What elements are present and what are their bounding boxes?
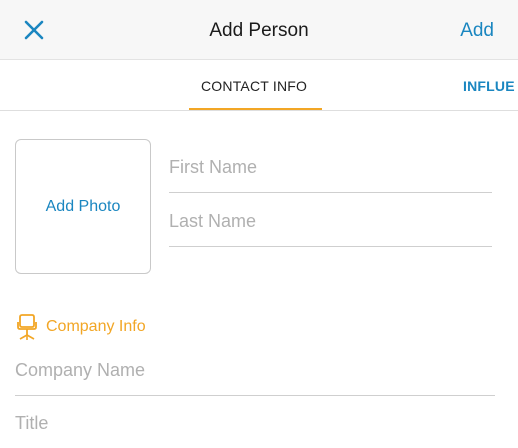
last-name-input[interactable] — [169, 209, 491, 233]
title-input[interactable] — [15, 411, 493, 435]
office-chair-icon — [17, 314, 37, 340]
selected-tab-indicator — [189, 108, 322, 110]
add-photo-button[interactable]: Add Photo — [15, 139, 151, 274]
tab-contact-info[interactable]: CONTACT INFO — [201, 78, 307, 94]
add-button[interactable]: Add — [460, 20, 494, 42]
tab-influence[interactable]: INFLUE — [463, 78, 515, 94]
company-info-heading: Company Info — [46, 318, 146, 335]
navigation-bar: Add Person Add — [0, 0, 518, 60]
add-person-screen: Add Person Add CONTACT INFO INFLUE Add P… — [0, 0, 518, 448]
tab-bar: CONTACT INFO INFLUE — [0, 60, 518, 111]
last-name-underline — [169, 246, 492, 247]
first-name-underline — [169, 192, 492, 193]
company-name-input[interactable] — [15, 358, 493, 382]
company-name-underline — [15, 395, 495, 396]
first-name-input[interactable] — [169, 155, 491, 179]
add-photo-label: Add Photo — [45, 197, 121, 215]
page-title: Add Person — [209, 20, 309, 41]
